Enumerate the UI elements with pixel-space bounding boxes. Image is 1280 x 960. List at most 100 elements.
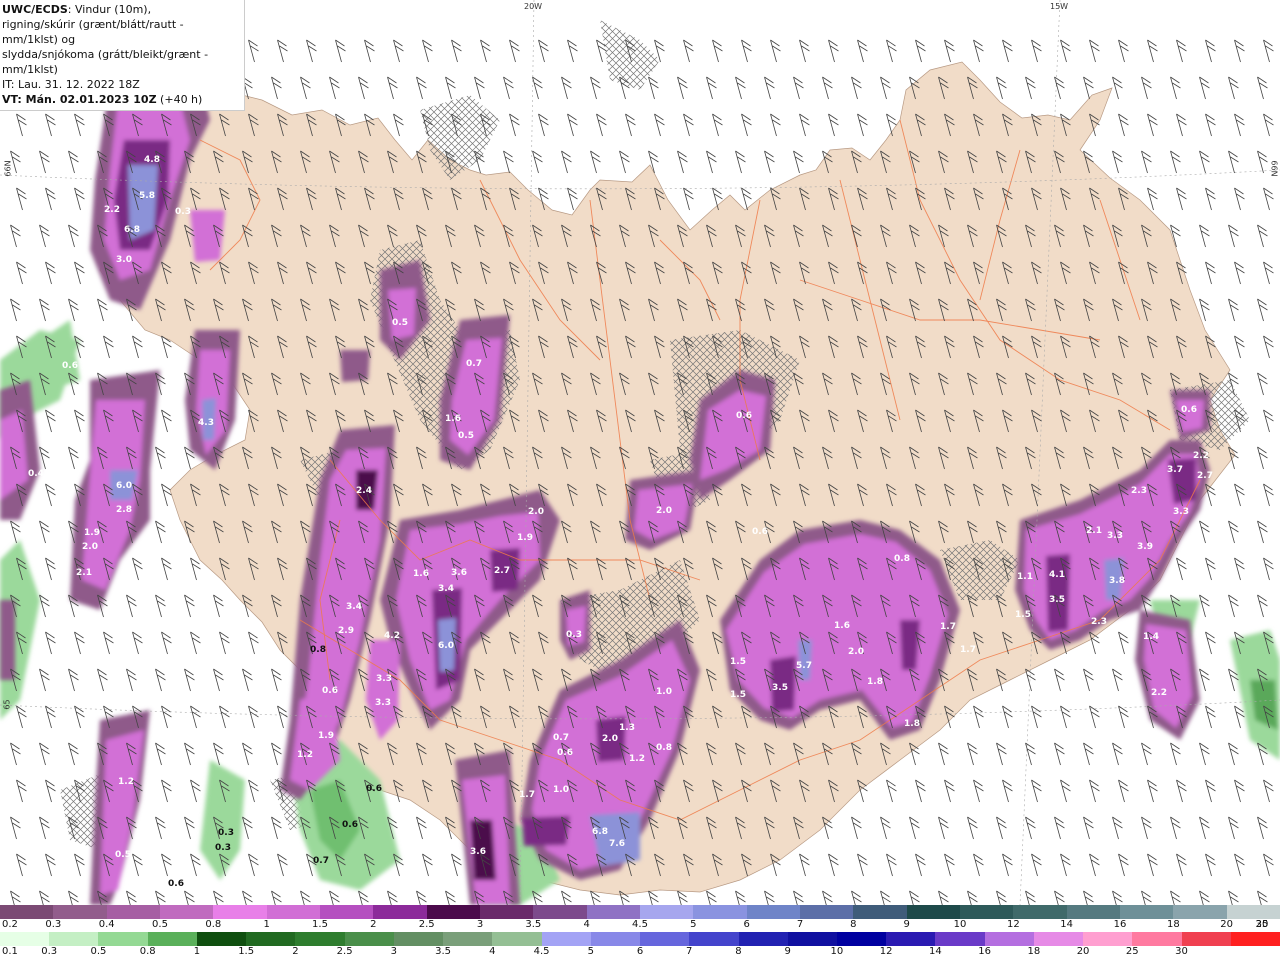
legend-label: 7 [686,946,693,957]
value-label: 0.6 [342,820,358,830]
legend-swatch [984,932,1034,946]
value-label: 3.8 [1109,576,1125,586]
legend-label: 9 [784,946,791,957]
value-label: 3.6 [470,847,486,857]
value-label: 2.2 [1151,688,1167,698]
value-label: 2.3 [1131,486,1147,496]
valid-time: VT: Mán. 02.01.2023 10Z [2,93,157,106]
value-label: 0.3 [566,630,582,640]
value-label: 2.0 [656,506,672,516]
lat-label-65-left: 65 [2,699,12,710]
value-label: 1.7 [960,645,976,655]
value-label: 1.9 [84,528,100,538]
legend-swatch [689,932,739,946]
legend-label: 6 [743,919,750,930]
value-label: 3.6 [451,568,467,578]
legend-label: 1 [193,946,201,957]
value-label: 2.0 [602,734,618,744]
legend-label: 0.5 [90,946,107,957]
value-label: 2.4 [356,486,372,496]
value-label: 1.9 [318,731,334,741]
value-label: 1.2 [297,750,313,760]
legend-label: 7 [796,919,804,930]
value-label: 1.5 [1015,610,1031,620]
legend-swatch [492,932,542,946]
value-label: 0.6 [557,748,573,758]
value-label: 7.6 [609,839,625,849]
value-label: 6.8 [592,827,608,837]
value-label: 0.6 [366,784,382,794]
value-label: 2.2 [104,205,120,215]
legend-label: 0.1 [2,946,18,957]
value-label: 0.7 [466,359,482,369]
value-label: 3.4 [346,602,362,612]
value-label: 6.0 [116,481,132,491]
legend-swatch [935,932,985,946]
legend-label: 10 [830,946,844,957]
legend-swatch [693,905,747,919]
legend-label: 30 [1255,919,1269,930]
legend-swatch [959,905,1014,919]
legend-label: 5 [587,946,594,957]
legend-label: 25 [1125,946,1139,957]
value-label: 1.6 [445,414,461,424]
value-label: 1.8 [904,719,920,729]
value-label: 2.7 [494,566,510,576]
legend-label: 10 [953,919,967,930]
legend-label: 1 [263,919,270,930]
legend-swatch [106,905,160,919]
value-label: 3.3 [1107,531,1123,541]
legend-swatch [49,932,99,946]
legend-swatch [147,932,197,946]
legend-swatch [213,905,267,919]
legend-swatch [1083,932,1133,946]
legend-swatch [787,932,837,946]
value-label: 1.6 [834,621,850,631]
legend-swatch [246,932,296,946]
value-label: 2.1 [76,568,92,578]
value-label: 1.2 [118,777,134,787]
value-label: 2.7 [1197,471,1213,481]
legend-label: 18 [1027,946,1041,957]
legend-swatch [639,905,694,919]
legend-label: 18 [1166,919,1180,930]
legend-swatch [266,905,320,919]
value-label: 0.6 [752,527,768,537]
value-label: 1.5 [730,657,746,667]
value-label: 2.1 [1086,526,1102,536]
legend-swatch [1132,932,1182,946]
value-label: 2.8 [116,505,132,515]
value-label: 0.8 [656,743,672,753]
value-label: 1.4 [1143,632,1159,642]
legend-swatch [196,932,247,946]
legend-label: 3.5 [525,919,542,930]
value-label: 4.3 [198,418,214,428]
snow-legend-bar [0,905,1280,919]
legend-label: 14 [1060,919,1074,930]
value-label: 5.7 [796,661,812,671]
title: UWC/ECDS [2,3,68,16]
value-label: 0.5 [392,318,408,328]
legend-label: 2.5 [418,919,435,930]
value-label: 2.0 [848,647,864,657]
legend-label: 9 [903,919,910,930]
legend-swatch [533,905,587,919]
value-label: 1.6 [413,569,429,579]
value-label: 2.0 [528,507,544,517]
legend-label: 0.3 [41,946,58,957]
legend-swatch [426,905,480,919]
value-label: 0.5 [458,431,474,441]
legend-label: 3.5 [435,946,452,957]
value-label: 3.3 [375,698,391,708]
value-label: 3.5 [772,683,788,693]
legend-label: 2 [292,946,299,957]
value-label: 0.6 [168,879,184,889]
legend-swatch [1173,905,1227,919]
legend-swatch [319,905,374,919]
legend-swatch [1033,932,1084,946]
value-label: 3.9 [1137,542,1153,552]
value-label: 5.8 [139,191,155,201]
legend-label: 0.2 [2,919,18,930]
info-line-snow: slydda/snjókoma (grátt/bleikt/grænt - mm… [2,48,209,76]
value-label: 1.7 [940,622,956,632]
